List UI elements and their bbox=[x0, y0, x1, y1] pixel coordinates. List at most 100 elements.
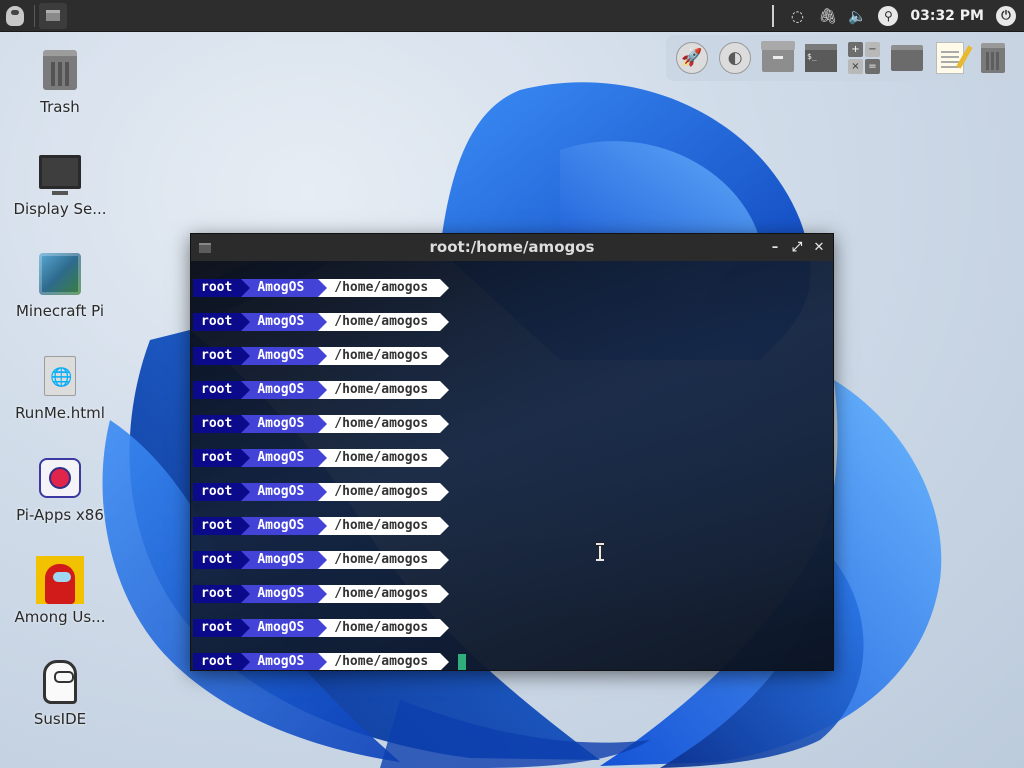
maximize-button[interactable]: ⤢ bbox=[791, 240, 803, 255]
prompt-path: /home/amogos bbox=[318, 653, 450, 670]
prompt-user: root bbox=[193, 585, 251, 603]
prompt-line: root AmogOS/home/amogos bbox=[193, 619, 450, 637]
prompt-user: root bbox=[193, 347, 251, 365]
dock-item-calculator[interactable]: + − × = bbox=[846, 40, 882, 76]
monitor-icon bbox=[39, 155, 81, 195]
prompt-user: root bbox=[193, 449, 251, 467]
prompt-line: root AmogOS/home/amogos bbox=[193, 551, 450, 569]
prompt-line: root AmogOS/home/amogos bbox=[193, 415, 450, 433]
desktop-icon-suside[interactable]: SusIDE bbox=[6, 650, 114, 742]
desktop-icon-label: Trash bbox=[40, 98, 80, 116]
prompt-path: /home/amogos bbox=[318, 517, 450, 535]
prompt-host: AmogOS bbox=[241, 517, 328, 535]
prompt-path: /home/amogos bbox=[318, 347, 450, 365]
desktop-icon-pi-apps[interactable]: Pi-Apps x86 bbox=[6, 446, 114, 538]
prompt-line: root AmogOS/home/amogos bbox=[193, 347, 450, 365]
minimize-button[interactable]: – bbox=[769, 240, 781, 255]
dock-item-text-editor[interactable] bbox=[932, 40, 968, 76]
system-tray: ◌ 🖇 🔈 ⚲ 03:32 PM ⏻ bbox=[772, 0, 1024, 32]
minecraft-block-icon bbox=[39, 253, 81, 295]
trash-icon bbox=[43, 50, 77, 90]
dock-item-file-manager[interactable] bbox=[889, 40, 925, 76]
prompt-path: /home/amogos bbox=[318, 483, 450, 501]
desktop-icon-label: Among Us... bbox=[14, 608, 106, 626]
desktop-icon-trash[interactable]: Trash bbox=[6, 38, 114, 130]
prompt-host: AmogOS bbox=[241, 279, 328, 297]
search-icon[interactable]: ⚲ bbox=[878, 5, 899, 26]
close-button[interactable]: ✕ bbox=[813, 240, 825, 255]
dock: 🚀 ◐ $_ + − × = bbox=[666, 35, 1024, 81]
window-title: root:/home/amogos bbox=[429, 238, 595, 256]
among-us-icon bbox=[36, 556, 84, 604]
prompt-user: root bbox=[193, 653, 251, 670]
terminal-output[interactable]: root AmogOS/home/amogos root AmogOS/home/am… bbox=[191, 261, 833, 670]
prompt-path: /home/amogos bbox=[318, 415, 450, 433]
rocket-icon: 🚀 bbox=[676, 42, 708, 74]
prompt-line: root AmogOS/home/amogos bbox=[193, 381, 450, 399]
prompt-path: /home/amogos bbox=[318, 449, 450, 467]
desktop-icon-label: Minecraft Pi bbox=[15, 302, 104, 320]
prompt-path: /home/amogos bbox=[318, 279, 450, 297]
prompt-line: root AmogOS/home/amogos bbox=[193, 449, 450, 467]
sus-ide-icon bbox=[43, 660, 77, 704]
archive-icon bbox=[761, 41, 795, 72]
app-menu-button[interactable] bbox=[0, 0, 30, 32]
prompt-path: /home/amogos bbox=[318, 313, 450, 331]
clock[interactable]: 03:32 PM bbox=[910, 8, 984, 24]
text-cursor-icon bbox=[596, 543, 604, 561]
terminal-window[interactable]: root:/home/amogos – ⤢ ✕ root AmogOS/home/… bbox=[190, 233, 834, 671]
pi-apps-icon bbox=[39, 458, 81, 498]
prompt-path: /home/amogos bbox=[318, 381, 450, 399]
calculator-icon: + − × = bbox=[848, 42, 880, 74]
prompt-line: root AmogOS/home/amogos bbox=[193, 483, 450, 501]
prompt-line: root AmogOS/home/amogos bbox=[193, 313, 450, 331]
desktop-icon-label: SusIDE bbox=[33, 710, 87, 728]
dock-item-terminal[interactable]: $_ bbox=[803, 40, 839, 76]
dock-item-launcher[interactable]: 🚀 bbox=[674, 40, 710, 76]
prompt-line: root AmogOS/home/amogos bbox=[193, 653, 467, 670]
prompt-path: /home/amogos bbox=[318, 619, 450, 637]
prompt-line: root AmogOS/home/amogos bbox=[193, 517, 450, 535]
dock-item-browser[interactable]: ◐ bbox=[717, 40, 753, 76]
desktop-icon-display-settings[interactable]: Display Se... bbox=[6, 140, 114, 232]
desktop-icon-minecraft-pi[interactable]: Minecraft Pi bbox=[6, 242, 114, 334]
terminal-icon: $_ bbox=[805, 44, 837, 72]
prompt-path: /home/amogos bbox=[318, 585, 450, 603]
prompt-host: AmogOS bbox=[241, 449, 328, 467]
refresh-icon[interactable]: ◌ bbox=[788, 7, 806, 25]
terminal-cursor bbox=[458, 654, 467, 670]
prompt-user: root bbox=[193, 381, 251, 399]
prompt-line: root AmogOS/home/amogos bbox=[193, 585, 450, 603]
prompt-host: AmogOS bbox=[241, 347, 328, 365]
html-file-icon bbox=[44, 356, 76, 396]
prompt-path: /home/amogos bbox=[318, 551, 450, 569]
power-icon[interactable]: ⏻ bbox=[996, 5, 1016, 26]
prompt-host: AmogOS bbox=[241, 619, 328, 637]
desktop-icon-runme-html[interactable]: RunMe.html bbox=[6, 344, 114, 436]
notepad-icon bbox=[936, 42, 964, 74]
volume-icon[interactable]: 🔈 bbox=[848, 7, 867, 25]
paperclip-icon[interactable]: 🖇 bbox=[818, 7, 837, 25]
terminal-icon bbox=[46, 10, 60, 21]
dock-item-trash[interactable] bbox=[975, 40, 1011, 76]
amogos-logo-icon bbox=[6, 5, 24, 26]
prompt-user: root bbox=[193, 313, 251, 331]
firefox-icon: ◐ bbox=[719, 42, 751, 74]
prompt-host: AmogOS bbox=[241, 551, 328, 569]
top-panel: ◌ 🖇 🔈 ⚲ 03:32 PM ⏻ bbox=[0, 0, 1024, 32]
prompt-user: root bbox=[193, 279, 251, 297]
tray-divider bbox=[772, 4, 775, 27]
window-controls: – ⤢ ✕ bbox=[769, 240, 833, 255]
desktop-icon-among-us[interactable]: Among Us... bbox=[6, 548, 114, 640]
folder-icon bbox=[891, 45, 923, 71]
trash-icon bbox=[981, 43, 1005, 73]
panel-separator bbox=[34, 4, 35, 27]
taskbar-item-terminal[interactable] bbox=[39, 2, 67, 29]
prompt-user: root bbox=[193, 415, 251, 433]
dock-item-archive-manager[interactable] bbox=[760, 40, 796, 76]
prompt-line: root AmogOS/home/amogos bbox=[193, 279, 450, 297]
terminal-titlebar[interactable]: root:/home/amogos – ⤢ ✕ bbox=[191, 234, 833, 261]
prompt-host: AmogOS bbox=[241, 313, 328, 331]
prompt-host: AmogOS bbox=[241, 483, 328, 501]
prompt-user: root bbox=[193, 551, 251, 569]
